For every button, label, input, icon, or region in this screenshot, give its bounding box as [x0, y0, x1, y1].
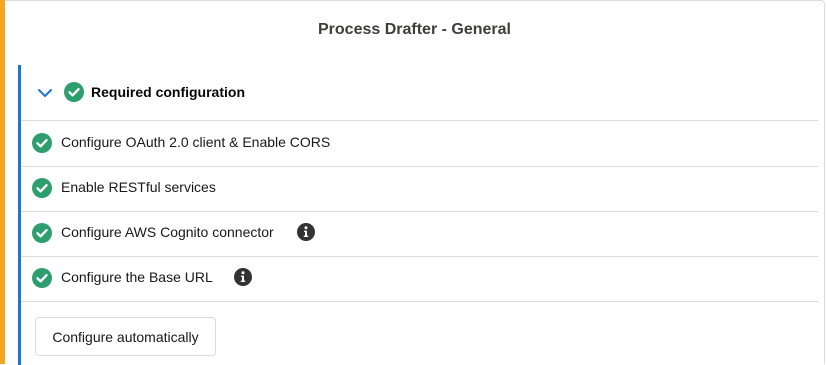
check-circle-icon [32, 133, 52, 153]
config-item-label: Configure OAuth 2.0 client & Enable CORS [61, 134, 331, 150]
section-title: Required configuration [91, 84, 245, 100]
config-item-oauth: Configure OAuth 2.0 client & Enable CORS [21, 121, 818, 167]
config-item-base-url: Configure the Base URL [21, 256, 818, 302]
config-item-cognito: Configure AWS Cognito connector [21, 211, 818, 257]
chevron-down-icon[interactable] [37, 85, 53, 101]
check-circle-icon [32, 268, 52, 288]
config-item-label: Enable RESTful services [61, 179, 216, 195]
required-configuration-section: Required configuration Configure OAuth 2… [18, 65, 818, 365]
settings-panel: Process Drafter - General Required confi… [5, 0, 825, 365]
configure-automatically-button[interactable]: Configure automatically [35, 317, 216, 356]
info-icon[interactable] [297, 223, 315, 241]
config-item-label: Configure AWS Cognito connector [61, 224, 274, 240]
config-item-restful: Enable RESTful services [21, 166, 818, 212]
check-circle-icon [64, 82, 84, 102]
check-circle-icon [32, 178, 52, 198]
section-header[interactable]: Required configuration [21, 65, 818, 121]
config-item-label: Configure the Base URL [61, 269, 213, 285]
panel-title: Process Drafter - General [318, 21, 511, 38]
check-circle-icon [32, 223, 52, 243]
info-icon[interactable] [234, 268, 252, 286]
